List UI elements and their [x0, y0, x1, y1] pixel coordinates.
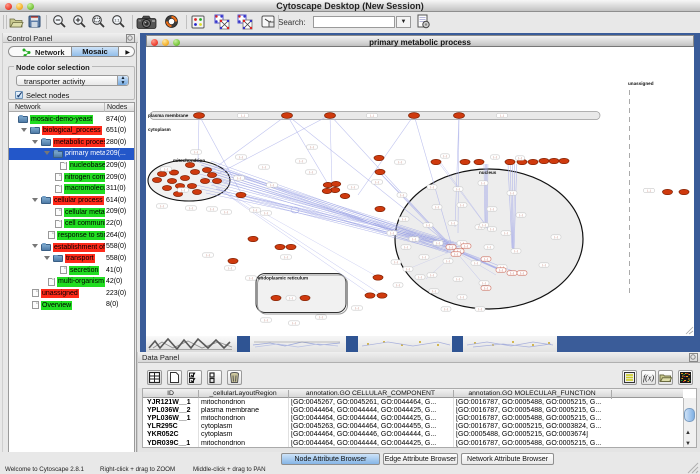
svg-text:(...): (...) — [430, 185, 434, 189]
svg-text:(...): (...) — [239, 155, 243, 159]
svg-text:(...): (...) — [647, 189, 651, 193]
svg-text:(...): (...) — [487, 245, 491, 249]
svg-text:(...): (...) — [542, 263, 546, 267]
svg-text:1:1: 1:1 — [114, 18, 120, 23]
svg-text:(...): (...) — [510, 271, 514, 275]
svg-text:(...): (...) — [432, 289, 436, 293]
svg-text:(...): (...) — [518, 156, 522, 160]
svg-text:(...): (...) — [456, 187, 460, 191]
svg-text:cytoplasm: cytoplasm — [148, 127, 171, 132]
svg-text:(...): (...) — [490, 207, 494, 211]
svg-text:(...): (...) — [310, 145, 314, 149]
svg-text:(...): (...) — [206, 253, 210, 257]
svg-text:(...): (...) — [160, 204, 164, 208]
svg-text:plasma membrane: plasma membrane — [148, 113, 189, 118]
svg-text:(...): (...) — [404, 245, 408, 249]
svg-text:(...): (...) — [460, 203, 464, 207]
svg-text:(...): (...) — [443, 154, 447, 158]
svg-text:(...): (...) — [164, 167, 168, 171]
svg-text:(...): (...) — [210, 207, 214, 211]
svg-text:(...): (...) — [418, 275, 422, 279]
svg-text:(...): (...) — [264, 211, 268, 215]
svg-text:(...): (...) — [394, 260, 398, 264]
svg-text:(...): (...) — [499, 268, 503, 272]
svg-text:(...): (...) — [228, 266, 232, 270]
svg-text:(...): (...) — [400, 193, 404, 197]
svg-text:(...): (...) — [319, 315, 323, 319]
svg-text:(...): (...) — [435, 205, 439, 209]
svg-text:(...): (...) — [449, 245, 453, 249]
svg-text:(...): (...) — [398, 160, 402, 164]
svg-text:(...): (...) — [412, 237, 416, 241]
svg-text:(...): (...) — [194, 150, 198, 154]
svg-text:(...): (...) — [481, 181, 485, 185]
svg-text:(...): (...) — [454, 252, 458, 256]
svg-text:(...): (...) — [355, 306, 359, 310]
svg-text:(...): (...) — [446, 259, 450, 263]
svg-text:(...): (...) — [554, 235, 558, 239]
svg-text:(...): (...) — [451, 221, 455, 225]
svg-text:unassigned: unassigned — [628, 81, 654, 86]
svg-text:(...): (...) — [370, 114, 374, 118]
svg-text:(...): (...) — [253, 208, 257, 212]
svg-text:(...): (...) — [519, 213, 523, 217]
svg-text:(...): (...) — [422, 255, 426, 259]
svg-text:(...): (...) — [241, 114, 245, 118]
svg-text:(...): (...) — [396, 283, 400, 287]
svg-text:(...): (...) — [299, 159, 303, 163]
svg-text:(...): (...) — [264, 318, 268, 322]
svg-text:(...): (...) — [375, 180, 379, 184]
svg-text:(...): (...) — [484, 286, 488, 290]
svg-text:(...): (...) — [426, 223, 430, 227]
svg-text:(...): (...) — [181, 188, 185, 192]
svg-text:(...): (...) — [390, 231, 394, 235]
svg-text:(...): (...) — [514, 249, 518, 253]
svg-text:(...): (...) — [490, 227, 494, 231]
svg-text:(...): (...) — [484, 257, 488, 261]
svg-text:(...): (...) — [478, 307, 482, 311]
svg-text:(...): (...) — [493, 155, 497, 159]
svg-text:(...): (...) — [189, 206, 193, 210]
svg-text:(...): (...) — [520, 271, 524, 275]
svg-text:f(x): f(x) — [643, 374, 654, 383]
svg-text:(...): (...) — [292, 321, 296, 325]
svg-text:(...): (...) — [510, 191, 514, 195]
svg-text:(...): (...) — [289, 296, 293, 300]
svg-text:nucleus: nucleus — [479, 170, 497, 175]
svg-text:(...): (...) — [402, 217, 406, 221]
svg-text:(...): (...) — [237, 176, 241, 180]
svg-text:(...): (...) — [262, 165, 266, 169]
svg-text:(...): (...) — [482, 281, 486, 285]
svg-text:(...): (...) — [284, 255, 288, 259]
svg-text:(...): (...) — [351, 185, 355, 189]
svg-text:endoplasmic reticulum: endoplasmic reticulum — [258, 276, 308, 281]
svg-text:(...): (...) — [249, 276, 253, 280]
svg-text:(...): (...) — [482, 223, 486, 227]
svg-text:(...): (...) — [460, 295, 464, 299]
svg-text:(...): (...) — [474, 261, 478, 265]
svg-text:(...): (...) — [224, 210, 228, 214]
svg-text:(...): (...) — [436, 241, 440, 245]
svg-text:(...): (...) — [430, 273, 434, 277]
svg-text:(...): (...) — [444, 307, 448, 311]
svg-text:(...): (...) — [270, 183, 274, 187]
svg-text:(...): (...) — [456, 277, 460, 281]
svg-text:(...): (...) — [504, 231, 508, 235]
svg-text:(...): (...) — [464, 244, 468, 248]
svg-text:(...): (...) — [500, 114, 504, 118]
svg-text:(...): (...) — [406, 267, 410, 271]
svg-text:(...): (...) — [309, 170, 313, 174]
